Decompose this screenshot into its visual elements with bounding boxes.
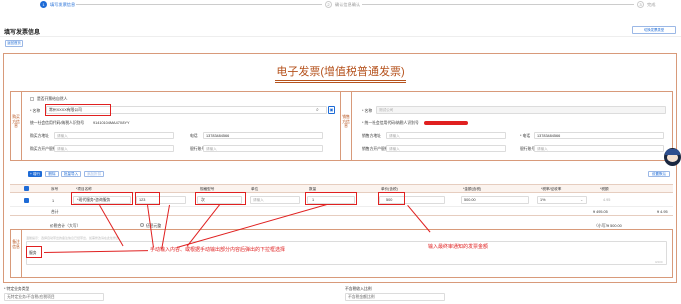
batch-import-button[interactable]: 批量导入 (61, 171, 81, 177)
th-unit: 单位 (251, 187, 259, 191)
total-upper-value: 伍佰元整 (146, 224, 162, 228)
special-business-value: 无特定业务/不含税/应税项目 (7, 295, 55, 299)
subtotal-label: 合计 (51, 210, 59, 214)
buyer-phone-label: 电话 (190, 134, 198, 138)
buyer-name-label: * 名称 (30, 109, 41, 113)
step-3-indicator: 3 (637, 1, 644, 8)
income-ratio-label: 不含税收入比例 (345, 287, 372, 291)
seller-address-placeholder: 请输入 (389, 134, 400, 138)
seller-bank-placeholder: 请输入 (389, 147, 400, 151)
annotation-text-left: 手动输入内容、或根据手动输出部分内容后弹出的下拉框选择 (150, 247, 286, 253)
seller-side-label: 销售方信息 (342, 115, 350, 128)
remarks-side-label-cell (10, 230, 22, 278)
search-icon[interactable]: ⌕ (316, 107, 319, 113)
seller-address-label: 销售方地址 (362, 134, 381, 138)
header-divider (0, 36, 681, 37)
tax-amount-value: 4.95 (603, 198, 611, 202)
set-default-button[interactable]: 设置默认 (648, 171, 670, 177)
remarks-hint: 温馨提示：选择自动带出的备注信息已经带出，如需修改请在此处修改 (26, 236, 120, 240)
step-connector-1 (76, 4, 322, 5)
delete-row-button[interactable]: 删除 (45, 171, 59, 177)
buyer-bank-input[interactable] (54, 145, 174, 152)
remarks-counter: 0/200 (655, 260, 663, 264)
remarks-side-label: 备注信息 (12, 240, 20, 249)
chevron-down-icon: ⌄ (580, 197, 584, 202)
seller-name-value: 测试公司 (379, 108, 394, 112)
natural-person-label: 是否开票给自然人 (37, 97, 68, 101)
buyer-bank-label: 购买方开户银行 (30, 147, 57, 151)
th-index: 序号 (51, 187, 59, 191)
special-business-label: * 特定业务类型 (4, 287, 30, 291)
tax-rate-value: 1% (540, 198, 546, 202)
page-title: 填写发票信息 (4, 30, 41, 36)
assistant-avatar[interactable] (664, 148, 681, 166)
switch-invoice-type-button[interactable]: 切换发票类型 (632, 26, 676, 34)
back-button[interactable]: 返回首页 (5, 40, 23, 47)
total-upper-label: 价税合计（大写） (50, 224, 81, 228)
unit-name-placeholder: 请输入 (253, 198, 264, 202)
step-2-label: 确认信息确认 (335, 2, 361, 7)
income-ratio-value: 不含税金额比例 (348, 295, 375, 299)
invoice-title-underline-2 (275, 82, 406, 83)
seller-account-input[interactable] (534, 145, 664, 152)
buyer-side-label: 购买方信息 (12, 115, 20, 128)
annotation-quantity-highlight (305, 192, 357, 205)
assistant-avatar-cap (665, 149, 680, 155)
seller-name-input (376, 106, 666, 114)
buyer-tax-label: 统一社会信用代码/纳税人识别号 (30, 121, 85, 125)
step-2-indicator: 2 (325, 1, 332, 8)
seller-bank-label: 销售方开户银行 (362, 147, 389, 151)
buyer-account-placeholder: 请输入 (206, 147, 217, 151)
buyer-account-input[interactable] (203, 145, 323, 152)
buyer-phone-value: 13783484566 (206, 134, 230, 138)
buyer-book-icon[interactable]: ▣ (328, 106, 335, 114)
seller-name-label: * 名称 (362, 109, 373, 113)
step-connector-2 (362, 4, 634, 5)
step-1-label: 填写发票信息 (50, 2, 76, 7)
buyer-bank-placeholder: 请输入 (57, 147, 68, 151)
annotation-buyer-name-highlight (45, 104, 111, 116)
seller-address-input[interactable] (386, 132, 506, 139)
step-1-indicator: 1 (40, 1, 47, 8)
buyer-address-placeholder: 请输入 (57, 134, 68, 138)
row-index: 1 (52, 199, 55, 203)
invoice-title: 电子发票(增值税普通发票) (276, 66, 405, 78)
seller-phone-value: 13783484566 (537, 134, 561, 138)
amount-value: 500.00 (464, 198, 476, 202)
seller-tax-redaction (424, 121, 468, 125)
annotation-price-highlight (378, 192, 405, 205)
total-small-value: ¥ 500.00 (607, 224, 622, 228)
th-tax: *税额 (600, 187, 609, 191)
annotation-item-name-highlight (71, 192, 133, 205)
seller-account-placeholder: 请输入 (537, 147, 548, 151)
annotation-unit-highlight (195, 192, 246, 205)
subtotal-tax: ¥ 4.95 (657, 210, 668, 214)
seller-account-label: 银行账号 (520, 147, 536, 151)
select-all-checkbox[interactable] (24, 186, 29, 191)
annotation-spec-highlight (135, 192, 160, 205)
total-upper-icon (140, 223, 144, 227)
buyer-tax-value: 91410104MA47X8YY (93, 121, 130, 125)
row-checkbox[interactable] (24, 198, 29, 203)
buyer-address-input[interactable] (54, 132, 174, 139)
seller-bank-input[interactable] (386, 145, 506, 152)
seller-phone-label: * 电话 (520, 134, 531, 138)
subtotal-amount: ¥ 495.05 (593, 210, 608, 214)
step-3-label: 完成 (647, 2, 656, 7)
add-row-button[interactable]: + 增行 (28, 171, 42, 177)
invoice-title-underline-1 (275, 80, 406, 81)
subtotal-row (10, 207, 673, 216)
seller-tax-label: * 统一社会信用代码/纳税人识别号 (362, 121, 419, 125)
buyer-address-label: 购买方地址 (30, 134, 49, 138)
th-rate: *税率/征收率 (541, 187, 562, 191)
th-amount: *金额(含税) (463, 187, 482, 191)
annotation-text-right: 输入最终审通知的发票金额 (428, 244, 489, 250)
natural-person-checkbox[interactable] (30, 97, 34, 101)
add-discount-button[interactable]: 添加折扣 (84, 171, 104, 177)
annotation-remarks-highlight (26, 246, 42, 258)
